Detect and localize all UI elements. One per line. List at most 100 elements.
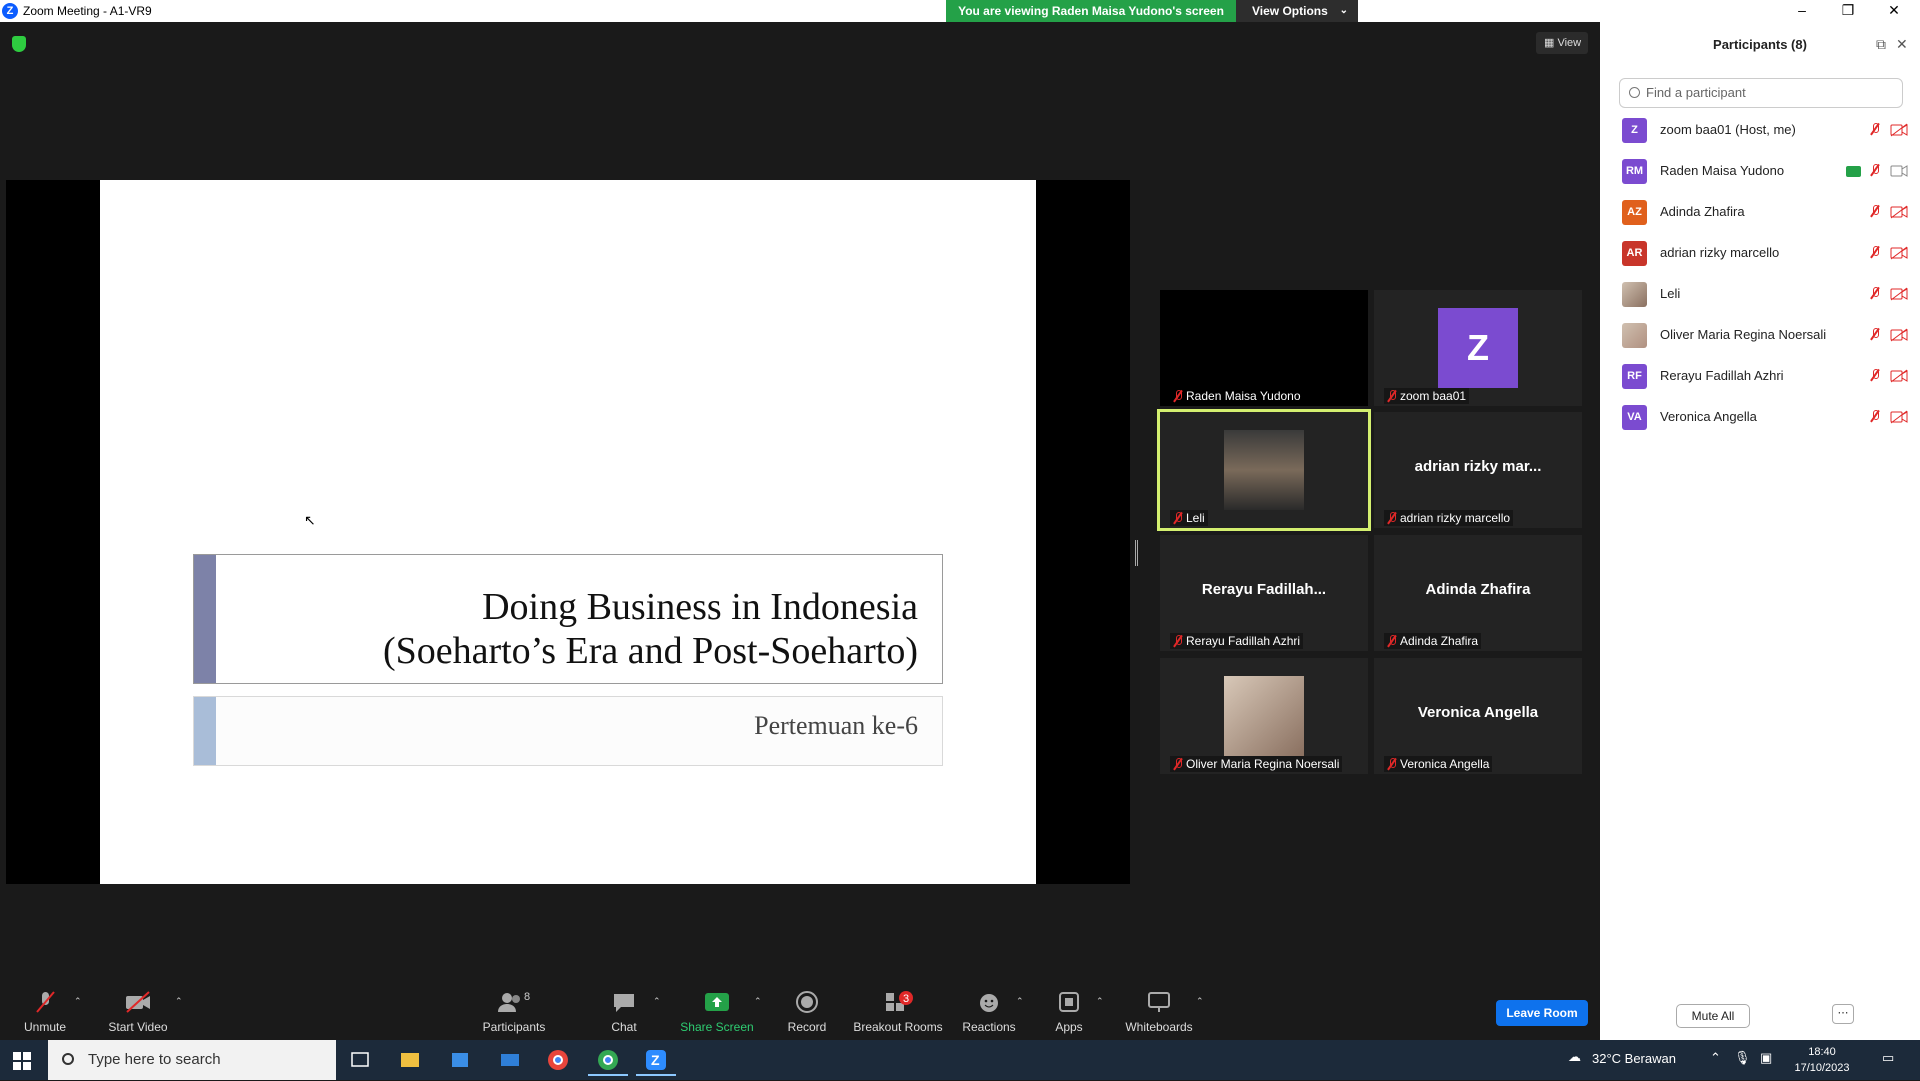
participant-row[interactable]: VA Veronica Angella — [1600, 397, 1920, 438]
zoom-taskbar-icon[interactable]: Z — [636, 1044, 676, 1076]
video-tile[interactable]: Leli — [1157, 409, 1371, 531]
tile-name-label: zoom baa01 — [1384, 388, 1470, 404]
popout-icon[interactable]: ⧉ — [1876, 36, 1886, 53]
mail-icon[interactable] — [490, 1044, 530, 1076]
participant-row[interactable]: AZ Adinda Zhafira — [1600, 192, 1920, 233]
video-tile[interactable]: Oliver Maria Regina Noersali — [1160, 658, 1368, 774]
caret-up-icon[interactable]: ⌃ — [754, 996, 762, 1007]
caret-up-icon[interactable]: ⌃ — [653, 996, 661, 1007]
whiteboards-button[interactable]: Whiteboards ⌃ — [1114, 990, 1204, 1034]
mic-muted-icon[interactable] — [1870, 246, 1880, 258]
mic-muted-icon[interactable] — [1870, 164, 1880, 176]
video-tile[interactable]: Raden Maisa Yudono — [1160, 290, 1368, 406]
mic-muted-icon[interactable] — [1870, 328, 1880, 340]
participant-row[interactable]: Oliver Maria Regina Noersali — [1600, 315, 1920, 356]
share-screen-icon — [672, 990, 762, 1014]
close-button[interactable]: ✕ — [1872, 0, 1916, 22]
search-icon — [62, 1053, 74, 1065]
chat-button[interactable]: Chat ⌃ — [579, 990, 669, 1034]
window-title: Zoom Meeting - A1-VR9 — [23, 4, 152, 18]
participant-row[interactable]: Leli — [1600, 274, 1920, 315]
mute-all-button[interactable]: Mute All — [1676, 1004, 1750, 1028]
video-off-icon — [93, 990, 183, 1014]
participant-row[interactable]: Zzoom baa01 (Host, me) — [1600, 110, 1920, 151]
panel-title: Participants (8) — [1713, 37, 1807, 52]
video-tile[interactable]: Zzoom baa01 — [1374, 290, 1582, 406]
meeting-toolbar: Unmute ⌃ Start Video ⌃ 8 Participants Ch… — [0, 980, 1600, 1040]
caret-up-icon[interactable]: ⌃ — [1096, 996, 1104, 1007]
participant-photo — [1224, 676, 1304, 756]
video-off-icon[interactable] — [1890, 123, 1908, 137]
participant-row[interactable]: RF Rerayu Fadillah Azhri — [1600, 356, 1920, 397]
slide-subtitle-box: Pertemuan ke-6 — [193, 696, 943, 766]
chrome-icon[interactable] — [538, 1044, 578, 1076]
chrome-profile-icon[interactable] — [588, 1044, 628, 1076]
breakout-rooms-button[interactable]: 3 Breakout Rooms — [853, 990, 943, 1034]
encryption-shield-icon[interactable] — [12, 36, 26, 52]
file-explorer-icon[interactable] — [390, 1044, 430, 1076]
participant-row[interactable]: AR adrian rizky marcello — [1600, 233, 1920, 274]
slide-title-line2: (Soeharto’s Era and Post-Soeharto) — [382, 630, 918, 672]
minimize-button[interactable]: – — [1780, 0, 1824, 22]
taskbar-search-input[interactable]: Type here to search — [48, 1040, 336, 1080]
microphone-icon[interactable]: 🎙 — [1734, 1050, 1751, 1066]
task-view-icon[interactable] — [340, 1044, 380, 1076]
caret-up-icon[interactable]: ⌃ — [1016, 996, 1024, 1007]
video-off-icon[interactable] — [1890, 287, 1908, 301]
view-layout-button[interactable]: ▦ View — [1536, 32, 1588, 54]
unmute-label: Unmute — [23, 1020, 67, 1034]
participant-name: Leli — [1660, 286, 1681, 301]
clock-time: 18:40 — [1808, 1046, 1836, 1058]
video-tile[interactable]: Veronica Angella Veronica Angella — [1374, 658, 1582, 774]
mic-muted-icon — [1173, 635, 1183, 647]
leave-room-button[interactable]: Leave Room — [1496, 1000, 1588, 1026]
split-divider-handle[interactable] — [1135, 540, 1138, 566]
video-off-icon[interactable] — [1890, 410, 1908, 424]
participant-row[interactable]: RM Raden Maisa Yudono — [1600, 151, 1920, 192]
participant-display-name: Adinda Zhafira — [1425, 581, 1531, 598]
participant-name: adrian rizky marcello — [1660, 245, 1780, 260]
participants-button[interactable]: 8 Participants — [469, 990, 559, 1034]
close-icon[interactable]: ✕ — [1896, 36, 1908, 53]
avatar: Z — [1622, 118, 1647, 143]
share-screen-button[interactable]: Share Screen ⌃ — [672, 990, 762, 1034]
avatar: AZ — [1622, 200, 1647, 225]
start-video-button[interactable]: Start Video ⌃ — [93, 990, 183, 1034]
caret-up-icon[interactable]: ⌃ — [1196, 996, 1204, 1007]
caret-up-icon[interactable]: ⌃ — [74, 996, 82, 1007]
mic-muted-icon[interactable] — [1870, 410, 1880, 422]
video-tile[interactable]: Rerayu Fadillah... Rerayu Fadillah Azhri — [1160, 535, 1368, 651]
notification-icon[interactable]: ▭ — [1882, 1050, 1894, 1066]
mic-muted-icon[interactable] — [1870, 205, 1880, 217]
video-tile[interactable]: adrian rizky mar... adrian rizky marcello — [1374, 412, 1582, 528]
reactions-button[interactable]: Reactions ⌃ — [944, 990, 1034, 1034]
windows-start-icon[interactable] — [13, 1052, 31, 1070]
slide-title-line1: Doing Business in Indonesia — [482, 586, 918, 628]
more-options-button[interactable]: ⋯ — [1832, 1004, 1854, 1024]
network-icon[interactable]: ▣ — [1760, 1050, 1772, 1066]
apps-button[interactable]: Apps ⌃ — [1024, 990, 1114, 1034]
participant-name: Oliver Maria Regina Noersali — [1660, 327, 1827, 342]
video-off-icon[interactable] — [1890, 369, 1908, 383]
video-icon[interactable] — [1890, 164, 1908, 178]
video-off-icon[interactable] — [1890, 246, 1908, 260]
record-button[interactable]: Record — [762, 990, 852, 1034]
mic-muted-icon[interactable] — [1870, 287, 1880, 299]
unmute-button[interactable]: Unmute ⌃ — [0, 990, 90, 1034]
microsoft-store-icon[interactable] — [440, 1044, 480, 1076]
view-options-button[interactable]: View Options ⌄ — [1236, 0, 1358, 22]
tray-overflow-icon[interactable]: ⌃ — [1710, 1050, 1721, 1066]
video-off-icon[interactable] — [1890, 328, 1908, 342]
participants-count: 8 — [524, 991, 530, 1003]
find-participant-input[interactable]: Find a participant — [1619, 78, 1903, 108]
record-icon — [762, 990, 852, 1014]
video-tile[interactable]: Adinda Zhafira Adinda Zhafira — [1374, 535, 1582, 651]
clock[interactable]: 18:40 17/10/2023 — [1790, 1044, 1854, 1076]
caret-up-icon[interactable]: ⌃ — [175, 996, 183, 1007]
restore-button[interactable]: ❐ — [1826, 0, 1870, 22]
participant-name: Adinda Zhafira — [1400, 634, 1479, 648]
mic-muted-icon[interactable] — [1870, 123, 1880, 135]
chat-label: Chat — [611, 1020, 637, 1034]
mic-muted-icon[interactable] — [1870, 369, 1880, 381]
video-off-icon[interactable] — [1890, 205, 1908, 219]
